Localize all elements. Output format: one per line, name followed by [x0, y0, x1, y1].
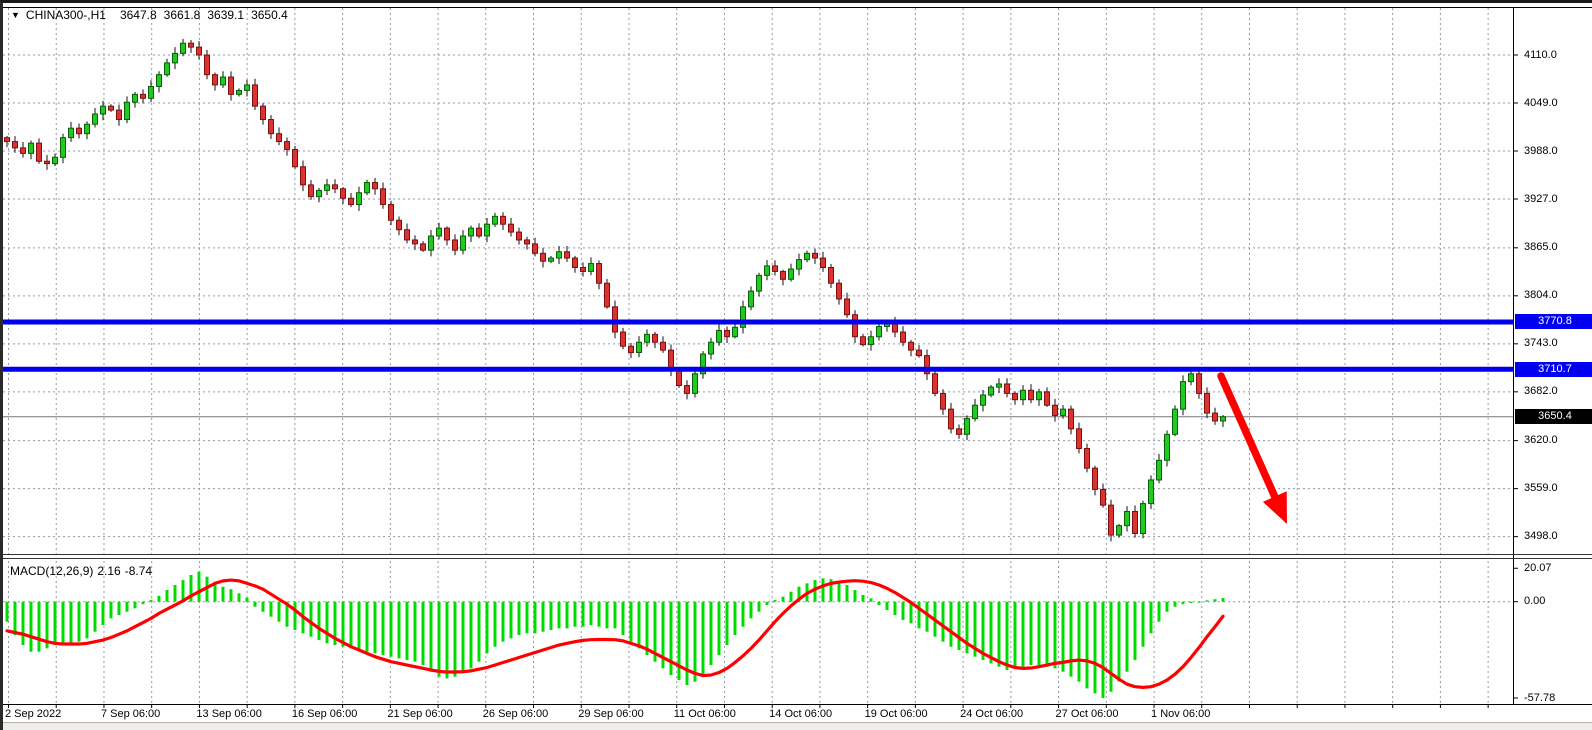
- time-axis-label: 24 Oct 06:00: [960, 708, 1023, 721]
- indicator-axis-label: 20.07: [1524, 562, 1552, 575]
- price-axis-label: 4110.0: [1524, 49, 1557, 62]
- time-axis-label: 16 Sep 06:00: [292, 708, 357, 721]
- price-axis-label: 3682.0: [1524, 385, 1558, 398]
- price-axis-label: 4049.0: [1524, 97, 1558, 110]
- ohlc-low: 3639.1: [207, 8, 244, 22]
- trend-arrow[interactable]: [1221, 376, 1287, 524]
- price-axis-label: 3988.0: [1524, 145, 1558, 158]
- time-axis-label: 21 Sep 06:00: [387, 708, 452, 721]
- ohlc-high: 3661.8: [164, 8, 201, 22]
- time-axis-label: 11 Oct 06:00: [674, 708, 736, 721]
- time-axis-label: 27 Oct 06:00: [1056, 708, 1119, 721]
- price-axis-label: 3865.0: [1524, 241, 1558, 254]
- chart-canvas[interactable]: [3, 3, 1592, 730]
- ohlc-open: 3647.8: [120, 8, 157, 22]
- indicator-label: MACD(12,26,9) 2.16 -8.74: [10, 564, 156, 578]
- time-axis-label: 14 Oct 06:00: [769, 708, 832, 721]
- indicator-axis-label: 0.00: [1524, 595, 1545, 608]
- time-axis-label: 7 Sep 06:00: [101, 708, 160, 721]
- time-axis-label: 2 Sep 2022: [5, 708, 61, 721]
- price-axis-label: 3498.0: [1524, 530, 1558, 543]
- macd-signal-line: [7, 580, 1223, 687]
- current-price-badge: 3650.4: [1515, 409, 1592, 424]
- price-axis-label: 3743.0: [1524, 337, 1558, 350]
- indicator-signal-value: -8.74: [125, 564, 152, 578]
- indicator-name: MACD(12,26,9): [10, 564, 93, 578]
- indicator-axis-label: -57.78: [1524, 692, 1555, 705]
- price-axis-label: 3927.0: [1524, 193, 1558, 206]
- indicator-main-value: 2.16: [97, 564, 120, 578]
- hline-price-badge: 3710.7: [1515, 362, 1592, 377]
- time-axis-label: 13 Sep 06:00: [196, 708, 261, 721]
- time-axis-label: 19 Oct 06:00: [865, 708, 928, 721]
- price-axis-label: 3620.0: [1524, 434, 1558, 447]
- ohlc-close: 3650.4: [251, 8, 288, 22]
- price-axis-label: 3559.0: [1524, 482, 1558, 495]
- candles-layer: [5, 39, 1226, 541]
- price-axis-label: 3804.0: [1524, 289, 1558, 302]
- symbol-period-label: CHINA300-,H1: [26, 8, 106, 22]
- window-bottom-strip: [3, 722, 1592, 730]
- time-axis-label: 29 Sep 06:00: [578, 708, 643, 721]
- chart-title: ▼ CHINA300-,H1 3647.8 3661.8 3639.1 3650.4: [11, 8, 288, 22]
- symbol-dropdown-icon[interactable]: ▼: [11, 10, 20, 20]
- time-axis-label: 1 Nov 06:00: [1151, 708, 1210, 721]
- macd-histogram: [6, 572, 1225, 698]
- trading-chart-window: ▼ CHINA300-,H1 3647.8 3661.8 3639.1 3650.4 MA…: [0, 0, 1592, 730]
- hline-price-badge: 3770.8: [1515, 314, 1592, 329]
- time-axis-label: 26 Sep 06:00: [483, 708, 548, 721]
